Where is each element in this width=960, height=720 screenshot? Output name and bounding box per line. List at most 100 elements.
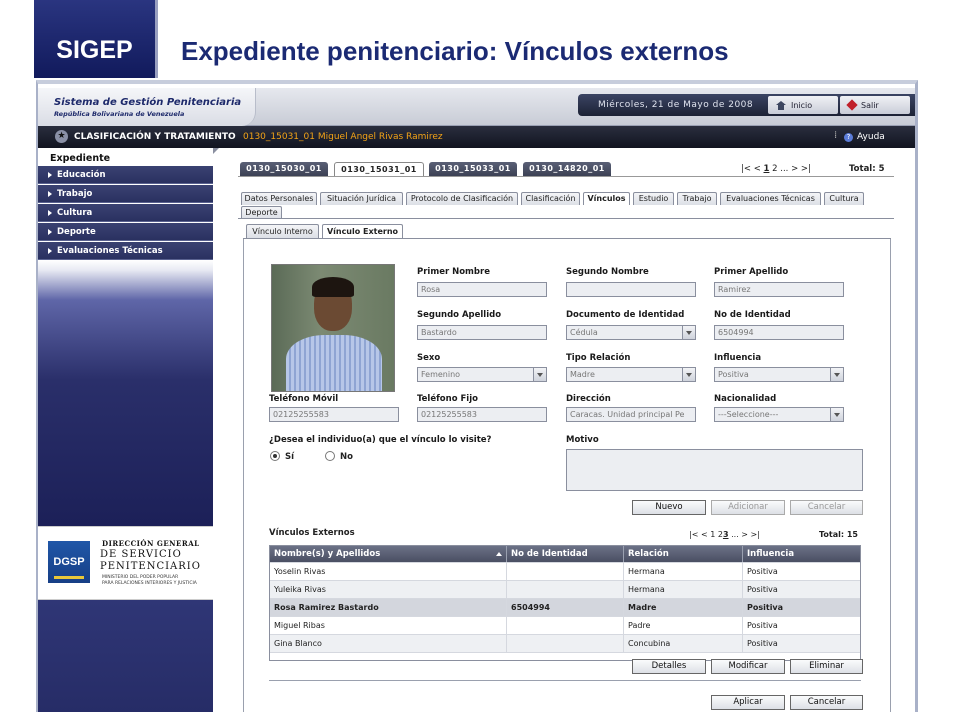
tab-vinculo-externo[interactable]: Vínculo Externo <box>322 224 403 238</box>
col-relacion[interactable]: Relación <box>624 546 743 562</box>
record-tab-15033[interactable]: 0130_15033_01 <box>429 162 517 176</box>
documento-select[interactable]: Cédula <box>566 325 696 340</box>
table-row[interactable]: Yuleika Rivas Hermana Positiva <box>270 580 860 598</box>
section-tabs-line <box>238 218 894 219</box>
table-row[interactable]: Miguel Ribas Padre Positiva <box>270 616 860 634</box>
chevron-down-icon[interactable] <box>682 368 695 381</box>
cell-relacion: Hermana <box>624 581 743 598</box>
record-tab-14820[interactable]: 0130_14820_01 <box>523 162 611 176</box>
tab-trabajo[interactable]: Trabajo <box>677 192 717 205</box>
nuevo-button[interactable]: Nuevo <box>632 500 706 515</box>
vx-pager-pages[interactable]: 1 2 <box>710 530 723 539</box>
modificar-button[interactable]: Modificar <box>711 659 785 674</box>
record-tab-15031[interactable]: 0130_15031_01 <box>334 162 424 176</box>
no-identidad-field[interactable]: 6504994 <box>714 325 844 340</box>
col-identidad[interactable]: No de Identidad <box>507 546 624 562</box>
tipo-relacion-select[interactable]: Madre <box>566 367 696 382</box>
direccion-field[interactable]: Caracas. Unidad principal Pe <box>566 407 696 422</box>
inicio-button[interactable]: Inicio <box>768 96 838 114</box>
chevron-down-icon[interactable] <box>830 408 843 421</box>
segundo-apellido-field[interactable]: Bastardo <box>417 325 547 340</box>
cancelar-form-button[interactable]: Cancelar <box>790 500 863 515</box>
record-tabs-line <box>238 176 894 177</box>
header-toolbar: Miércoles, 21 de Mayo de 2008 Inicio Sal… <box>578 94 915 116</box>
influencia-select[interactable]: Positiva <box>714 367 844 382</box>
tab-protocolo-clasificacion[interactable]: Protocolo de Clasificación <box>406 192 518 205</box>
pager-ellipsis: ... <box>780 164 789 174</box>
org-line-1: DIRECCIÓN GENERAL <box>102 539 200 548</box>
nacionalidad-select[interactable]: ---Seleccione--- <box>714 407 844 422</box>
eliminar-button[interactable]: Eliminar <box>790 659 863 674</box>
home-icon <box>776 100 786 110</box>
sidebar-item-cultura[interactable]: Cultura <box>38 204 213 222</box>
sidebar-item-deporte[interactable]: Deporte <box>38 223 213 241</box>
tab-estudio[interactable]: Estudio <box>633 192 674 205</box>
sigep-logo: SIGEP <box>34 0 158 78</box>
detalles-button[interactable]: Detalles <box>632 659 706 674</box>
table-row[interactable]: Gina Blanco Concubina Positiva <box>270 634 860 652</box>
tab-situacion-juridica[interactable]: Situación Jurídica <box>320 192 403 205</box>
app-window: Sistema de Gestión Penitenciaria Repúbli… <box>36 80 918 712</box>
pager-next[interactable]: > >| <box>791 164 811 174</box>
table-row-selected[interactable]: Rosa Ramirez Bastardo 6504994 Madre Posi… <box>270 598 860 616</box>
visita-no-label: No <box>340 452 353 462</box>
influencia-label: Influencia <box>714 353 762 363</box>
chevron-down-icon[interactable] <box>830 368 843 381</box>
direccion-label: Dirección <box>566 394 611 404</box>
salir-button[interactable]: Salir <box>840 96 910 114</box>
app-header: Sistema de Gestión Penitenciaria Repúbli… <box>38 88 915 126</box>
slide-header: SIGEP Expediente penitenciario: Vínculos… <box>0 0 960 80</box>
tab-clasificacion[interactable]: Clasificación <box>521 192 580 205</box>
chevron-down-icon[interactable] <box>682 326 695 339</box>
help-link[interactable]: ? Ayuda <box>844 132 885 142</box>
sub-tabs-line <box>243 238 891 239</box>
motivo-textarea[interactable] <box>566 449 863 491</box>
tab-cultura[interactable]: Cultura <box>824 192 864 205</box>
cell-relacion: Madre <box>624 599 743 616</box>
adicionar-button[interactable]: Adicionar <box>711 500 785 515</box>
telefono-fijo-field[interactable]: 02125255583 <box>417 407 547 422</box>
cell-nombre: Yoselin Rivas <box>270 563 507 580</box>
primer-nombre-field[interactable]: Rosa <box>417 282 547 297</box>
cell-relacion: Concubina <box>624 635 743 652</box>
tab-datos-personales[interactable]: Datos Personales <box>241 192 317 205</box>
segundo-nombre-field[interactable] <box>566 282 696 297</box>
table-row[interactable]: Yoselin Rivas Hermana Positiva <box>270 562 860 580</box>
cell-identidad <box>507 563 624 580</box>
telefono-movil-field[interactable]: 02125255583 <box>269 407 399 422</box>
visita-si-radio[interactable] <box>270 451 280 461</box>
sidebar-item-evaluaciones[interactable]: Evaluaciones Técnicas <box>38 242 213 260</box>
record-tab-15030[interactable]: 0130_15030_01 <box>240 162 328 176</box>
col-influencia[interactable]: Influencia <box>743 546 860 562</box>
sidebar-fill <box>38 260 213 526</box>
sidebar-item-educacion[interactable]: Educación <box>38 166 213 184</box>
pager-prev[interactable]: |< < <box>741 164 761 174</box>
tab-evaluaciones-tecnicas[interactable]: Evaluaciones Técnicas <box>720 192 821 205</box>
no-identidad-label: No de Identidad <box>714 310 791 320</box>
tab-vinculo-interno[interactable]: Vínculo Interno <box>246 224 319 238</box>
sort-ascending-icon <box>496 552 502 556</box>
vx-pager-current[interactable]: 3 <box>723 530 729 539</box>
telefono-fijo-label: Teléfono Fijo <box>417 394 478 404</box>
col-nombre[interactable]: Nombre(s) y Apellidos <box>270 546 507 562</box>
vx-pager-next[interactable]: > >| <box>741 530 760 539</box>
visita-no-radio[interactable] <box>325 451 335 461</box>
cancelar-button[interactable]: Cancelar <box>790 695 863 710</box>
sidebar-item-trabajo[interactable]: Trabajo <box>38 185 213 203</box>
cell-identidad: 6504994 <box>507 599 624 616</box>
tab-vinculos[interactable]: Vínculos <box>583 192 630 205</box>
influencia-value: Positiva <box>718 370 749 379</box>
sexo-select[interactable]: Femenino <box>417 367 547 382</box>
nacionalidad-label: Nacionalidad <box>714 394 777 404</box>
pager-page-2[interactable]: 2 <box>772 164 777 174</box>
chevron-down-icon[interactable] <box>533 368 546 381</box>
cell-nombre: Miguel Ribas <box>270 617 507 634</box>
primer-apellido-field[interactable]: Ramirez <box>714 282 844 297</box>
vx-pager-prev[interactable]: |< < <box>689 530 708 539</box>
pager-page-1[interactable]: 1 <box>764 164 770 174</box>
chevron-right-icon <box>48 190 52 197</box>
cell-nombre: Yuleika Rivas <box>270 581 507 598</box>
exit-icon <box>846 99 858 111</box>
aplicar-button[interactable]: Aplicar <box>711 695 785 710</box>
chevron-right-icon <box>48 228 52 235</box>
